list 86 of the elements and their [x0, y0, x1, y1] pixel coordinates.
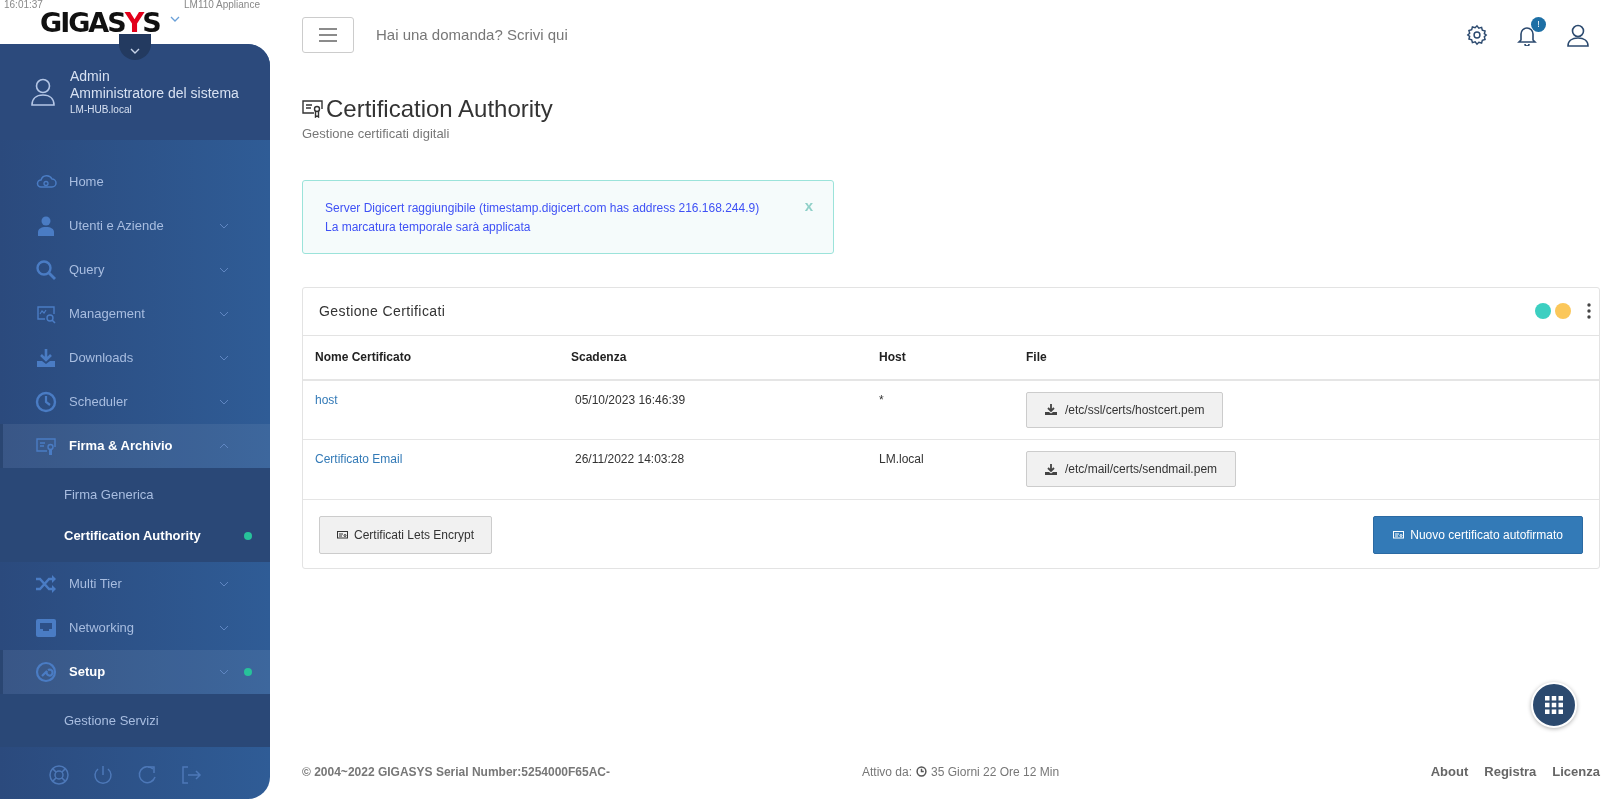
user-name: Admin [70, 67, 111, 84]
clock-icon [916, 766, 928, 777]
gigasys-logo: GIGASYS [40, 7, 160, 40]
menu-item[interactable]: Management [0, 292, 270, 336]
menu-icon [318, 28, 338, 42]
user-icon[interactable] [1566, 23, 1590, 47]
notification-badge: ! [1531, 17, 1546, 32]
menu-item[interactable]: Home [0, 160, 270, 204]
status-dot[interactable] [1535, 303, 1551, 319]
power-icon[interactable] [92, 764, 114, 786]
table-cell-text: 26/11/2022 14:03:28 [574, 452, 685, 466]
sidebar-toggle[interactable] [119, 34, 151, 60]
menu-item[interactable]: Query [0, 248, 270, 292]
menu-button[interactable] [302, 17, 354, 53]
certificate-icon [1393, 530, 1405, 540]
chevron-down-icon [218, 581, 230, 587]
user-role: Amministratore del sistema [70, 83, 239, 102]
table-cell-text: 05/10/2023 16:46:39 [574, 392, 686, 407]
chevron-down-icon [218, 223, 230, 229]
chevron-down-icon [218, 399, 230, 405]
chevron-down-icon [218, 669, 230, 675]
certificate-icon [35, 435, 57, 457]
status-dot[interactable] [1555, 303, 1571, 319]
footer-link[interactable]: About [1430, 761, 1469, 782]
lifebuoy-icon[interactable] [48, 764, 70, 786]
chevron-down-icon [218, 311, 230, 317]
page-subtitle: Gestione certificati digitali [302, 125, 451, 143]
certificate-icon [337, 530, 348, 540]
uptime-value: 35 Giorni 22 Ore 12 Min [931, 763, 1060, 781]
chevron-down-icon [218, 625, 230, 631]
settings-icon[interactable] [1466, 24, 1488, 46]
certificate-icon [302, 100, 324, 118]
grid-icon [1544, 695, 1564, 715]
column-header: Scadenza [559, 335, 867, 380]
footer-link[interactable]: Registra [1484, 761, 1537, 782]
menu-item[interactable]: Setup [0, 650, 270, 694]
download-icon [1045, 463, 1057, 475]
card-title: Gestione Certificati [319, 301, 446, 321]
menu-item[interactable]: Downloads [0, 336, 270, 380]
column-header: Host [867, 335, 1014, 380]
chevron-down-icon[interactable] [170, 16, 180, 23]
chevron-up-icon [218, 443, 230, 449]
clock-icon [35, 391, 57, 413]
column-header: Nome Certificato [303, 335, 559, 380]
appliance-label: LM110 Appliance [184, 0, 260, 12]
chevron-down-icon [218, 267, 230, 273]
clock-text: 16:01:37 [4, 0, 43, 12]
file-download-button[interactable]: /etc/ssl/certs/hostcert.pem [1026, 391, 1224, 428]
wrench-icon [35, 661, 57, 683]
user-icon [30, 78, 56, 106]
refresh-icon[interactable] [136, 764, 158, 786]
alert-message: La marcatura temporale sarà applicata [325, 218, 531, 236]
file-download-button[interactable]: /etc/mail/certs/sendmail.pem [1026, 451, 1237, 487]
logout-icon[interactable] [180, 764, 202, 786]
alert-message: Server Digicert raggiungibile (timestamp.digicert.com has address 216.168.244.9) [325, 199, 760, 217]
page-title: Certification Authority [326, 94, 553, 124]
copyright-text: © 2004~2022 GIGASYS Serial Number:5254000F65AC- [302, 763, 611, 781]
kebab-menu-icon[interactable] [1587, 303, 1591, 319]
chevron-down-icon [130, 48, 140, 55]
person-icon [35, 215, 57, 237]
lets-encrypt-button[interactable]: Certificati Lets Encrypt [319, 516, 493, 554]
network-port-icon [35, 617, 57, 639]
table-cell: LM.local [879, 452, 924, 466]
shuffle-icon [35, 573, 57, 595]
new-certificate-button[interactable]: Nuovo certificato autofirmato [1373, 516, 1583, 554]
submenu-item[interactable]: Certification Authority [0, 515, 270, 556]
table-cell: * [879, 392, 884, 407]
menu-item[interactable]: Networking [0, 606, 270, 650]
certificate-link[interactable]: Certificato Email [315, 452, 403, 466]
monitor-icon [35, 303, 57, 325]
certificate-link[interactable]: host [315, 392, 338, 407]
search-icon [35, 259, 57, 281]
host-name: LM-HUB.local [70, 102, 133, 117]
footer-link[interactable]: Licenza [1552, 761, 1600, 782]
uptime-label: Attivo da: [862, 763, 913, 781]
download-icon [1045, 404, 1057, 415]
column-header: File [1014, 335, 1599, 380]
menu-item[interactable]: Multi Tier [0, 562, 270, 606]
submenu-item[interactable]: Firma Generica [0, 474, 270, 515]
menu-item[interactable]: Utenti e Aziende [0, 204, 270, 248]
chevron-down-icon [218, 355, 230, 361]
menu-item[interactable]: Scheduler [0, 380, 270, 424]
download-icon [35, 347, 57, 369]
apps-button[interactable] [1531, 682, 1577, 728]
menu-item[interactable]: Firma & Archivio [0, 424, 270, 468]
bell-icon[interactable] [1516, 24, 1538, 46]
